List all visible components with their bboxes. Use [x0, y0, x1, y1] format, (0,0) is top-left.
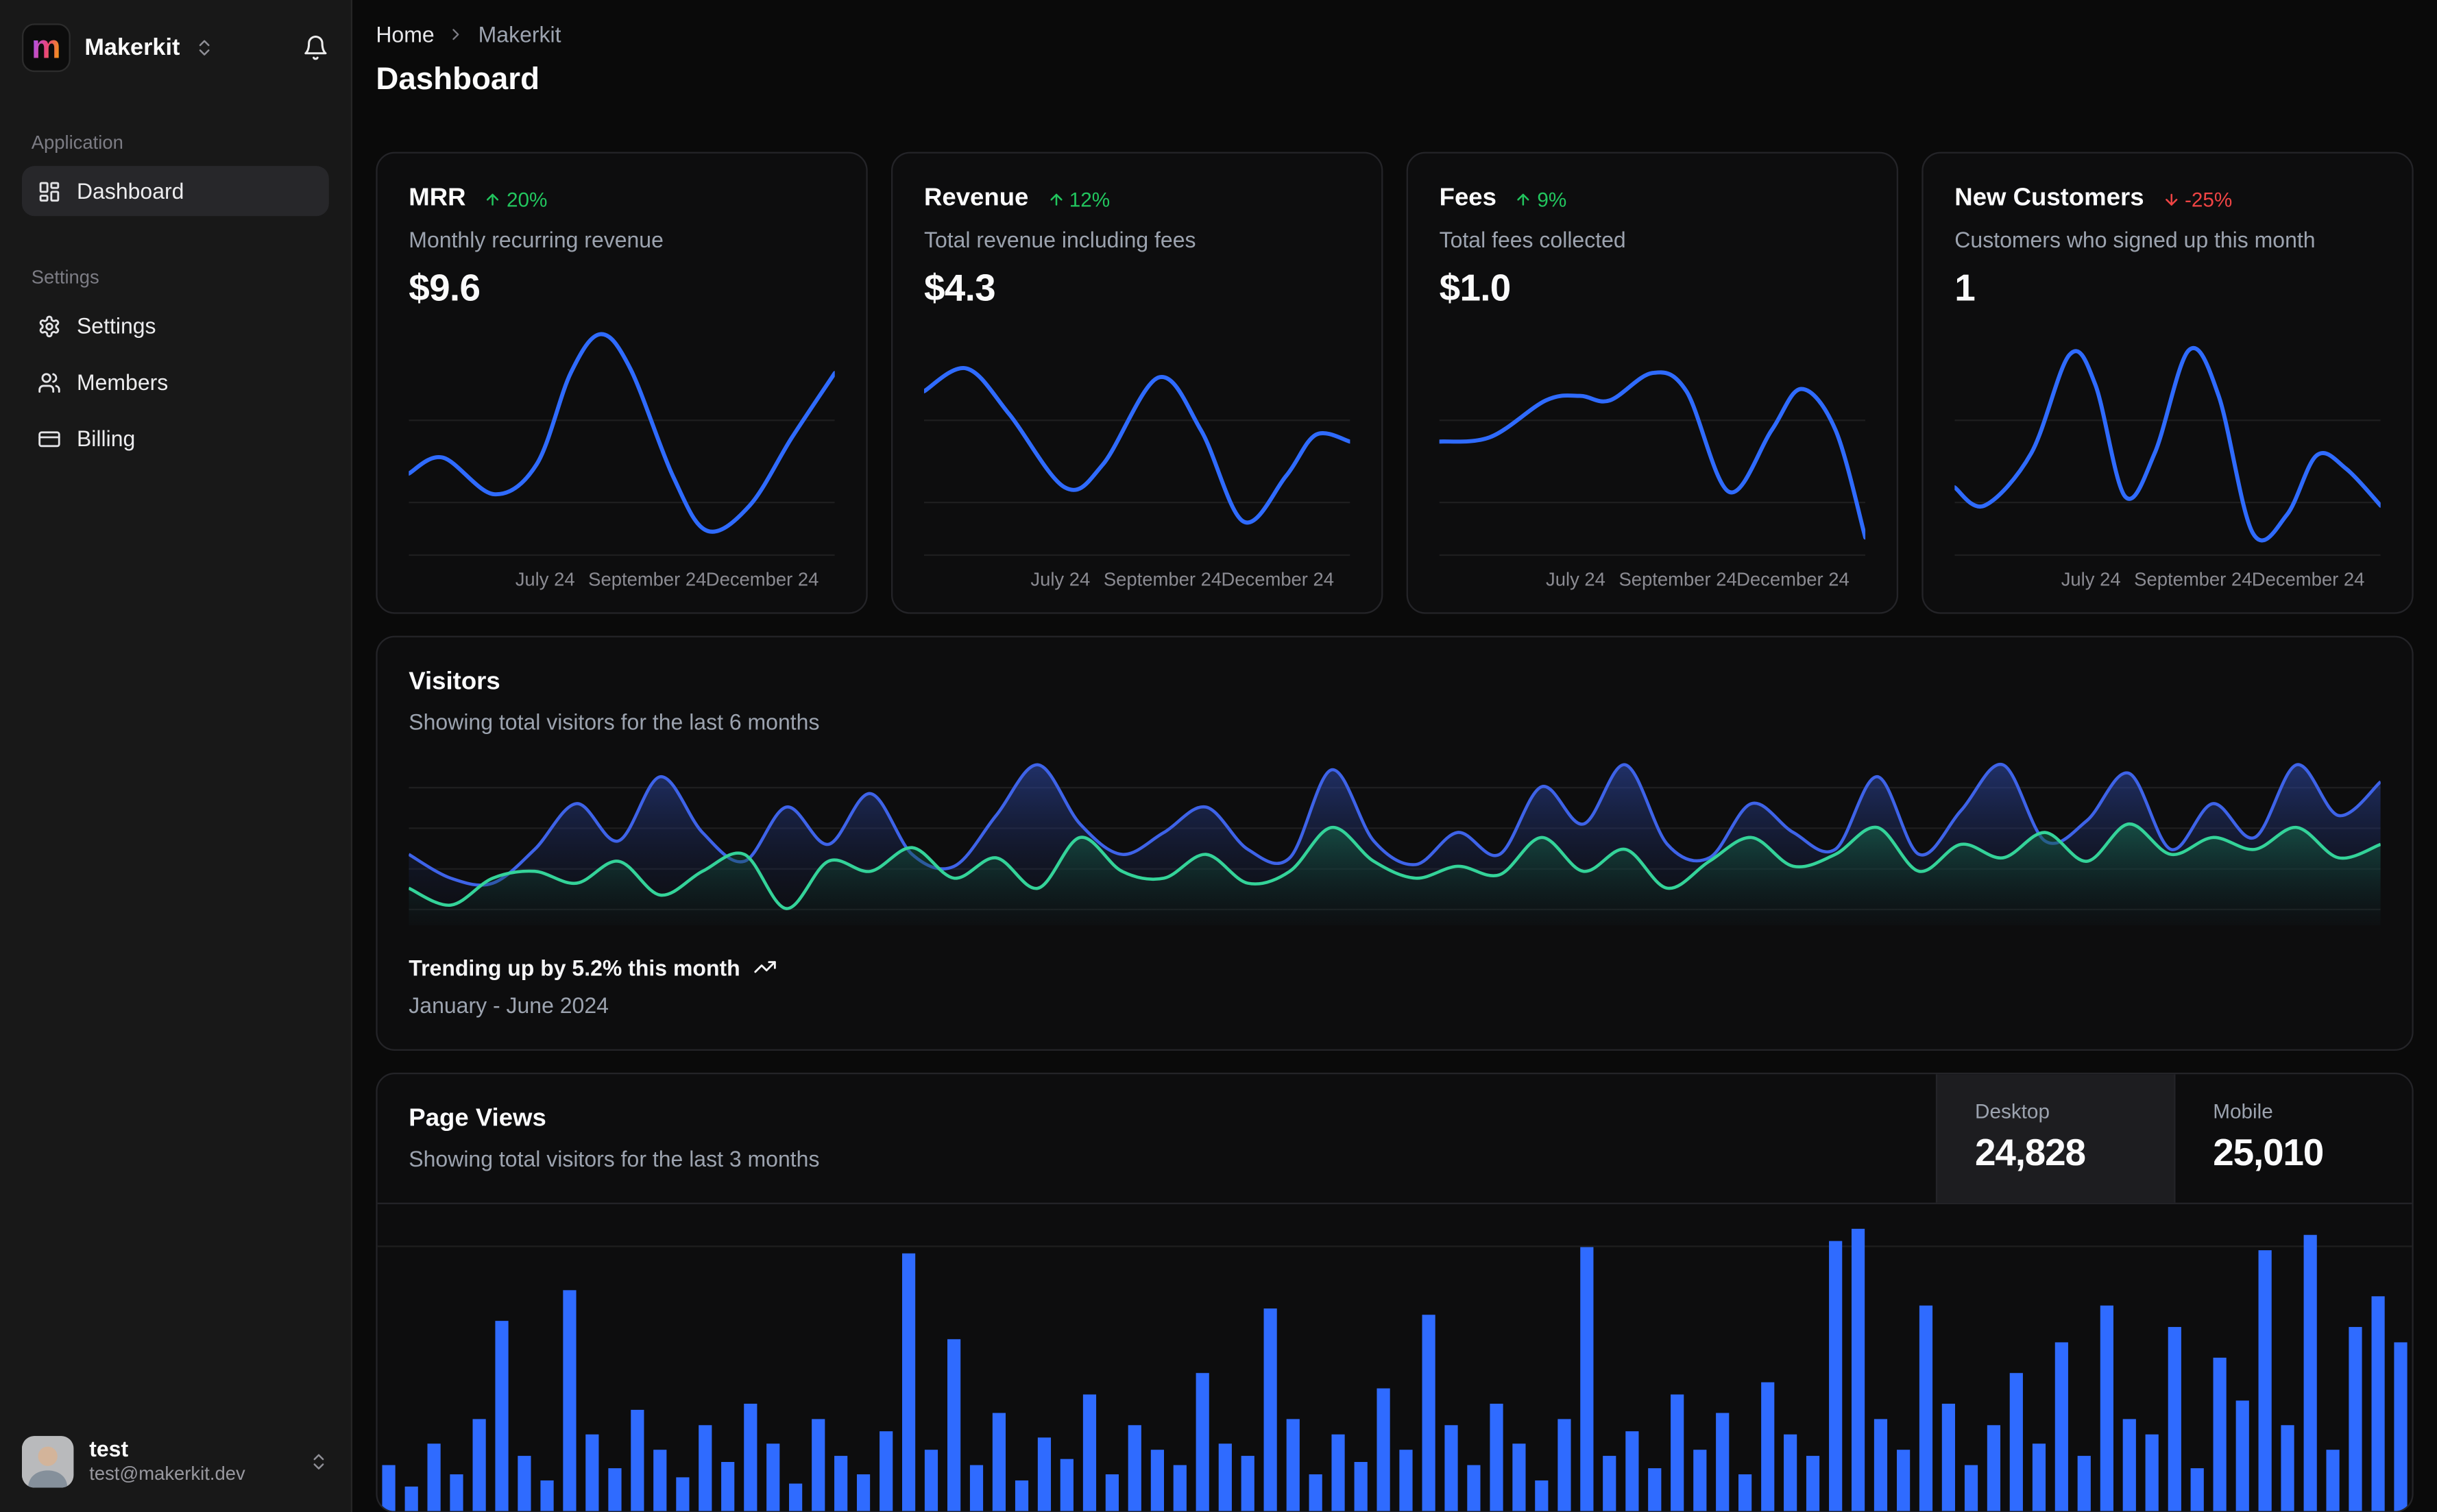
section-label-application: Application — [31, 131, 123, 154]
page-views-subtitle: Showing total visitors for the last 3 mo… — [409, 1145, 820, 1171]
sidebar-item-settings[interactable]: Settings — [22, 301, 329, 351]
dashboard-icon — [38, 180, 61, 203]
desktop-label: Desktop — [1975, 1099, 2050, 1123]
main-content: Home Makerkit Dashboard MRR 20% Monthly … — [352, 0, 2437, 1512]
chevrons-up-down-icon — [194, 37, 215, 58]
user-meta: test test@makerkit.dev — [89, 1436, 245, 1487]
mobile-label: Mobile — [2213, 1099, 2273, 1123]
visitors-card: Visitors Showing total visitors for the … — [376, 636, 2414, 1051]
fees-sparkline-chart — [1439, 328, 1866, 557]
workspace-switcher[interactable]: m Makerkit — [21, 19, 329, 75]
sidebar: m Makerkit Application Dashboard Setting… — [0, 0, 353, 1512]
arrow-down-icon — [2163, 191, 2180, 208]
desktop-value: 24,828 — [1975, 1132, 2086, 1175]
sidebar-item-label: Dashboard — [76, 178, 184, 204]
sidebar-item-label: Settings — [76, 313, 156, 339]
page-title: Dashboard — [376, 62, 540, 97]
visitors-date-range: January - June 2024 — [409, 992, 609, 1018]
toggle-desktop[interactable]: Desktop 24,828 — [1935, 1073, 2174, 1202]
stat-card-mrr: MRR 20% Monthly recurring revenue $9.6 J… — [376, 152, 868, 615]
mrr-sparkline-chart — [409, 328, 835, 557]
visitors-trend-text: Trending up by 5.2% this month — [409, 954, 740, 980]
sparkline-axis-labels: July 24 September 24 December 24 — [1546, 569, 1850, 592]
avatar — [21, 1435, 74, 1487]
user-menu[interactable]: test test@makerkit.dev — [21, 1435, 329, 1487]
user-email: test@makerkit.dev — [89, 1463, 245, 1485]
sparkline-axis-labels: July 24 September 24 December 24 — [2061, 569, 2365, 592]
stat-title: MRR — [409, 185, 466, 212]
user-name: test — [89, 1435, 129, 1461]
stat-description: Total revenue including fees — [923, 228, 1196, 253]
arrow-up-icon — [1047, 191, 1065, 208]
stat-card-revenue: Revenue 12% Total revenue including fees… — [890, 152, 1383, 615]
stat-value: $1.0 — [1439, 268, 1512, 311]
trend-badge: -25% — [2163, 188, 2232, 211]
trending-up-icon — [753, 955, 776, 979]
page-views-header: Page Views Showing total visitors for th… — [377, 1073, 2412, 1204]
visitors-footer: Trending up by 5.2% this month January -… — [409, 955, 2380, 1017]
stat-description: Monthly recurring revenue — [409, 228, 664, 253]
stat-card-new-customers: New Customers -25% Customers who signed … — [1921, 152, 2414, 615]
sidebar-item-members[interactable]: Members — [22, 357, 329, 407]
section-label-settings: Settings — [31, 266, 99, 289]
trend-badge: 12% — [1047, 188, 1110, 211]
toggle-mobile[interactable]: Mobile 25,010 — [2174, 1073, 2412, 1202]
visitors-subtitle: Showing total visitors for the last 6 mo… — [409, 709, 820, 735]
page-views-card: Page Views Showing total visitors for th… — [376, 1072, 2414, 1512]
bell-icon[interactable] — [302, 34, 329, 60]
chevrons-up-down-icon — [308, 1451, 329, 1472]
sparkline-axis-labels: July 24 September 24 December 24 — [1030, 569, 1335, 592]
workspace-name: Makerkit — [84, 34, 180, 60]
trend-badge: 9% — [1515, 188, 1566, 211]
chevron-right-icon — [447, 25, 465, 44]
credit-card-icon — [38, 427, 61, 450]
stat-value: $9.6 — [409, 268, 481, 311]
stat-value: $4.3 — [923, 268, 996, 311]
stat-title: Revenue — [923, 185, 1029, 212]
stat-cards-row: MRR 20% Monthly recurring revenue $9.6 J… — [376, 152, 2414, 615]
sidebar-item-label: Billing — [76, 426, 136, 451]
arrow-up-icon — [1515, 191, 1532, 208]
stat-title: New Customers — [1954, 185, 2144, 212]
stat-description: Customers who signed up this month — [1954, 228, 2316, 253]
stat-description: Total fees collected — [1439, 228, 1626, 253]
revenue-sparkline-chart — [923, 328, 1350, 557]
sidebar-item-dashboard[interactable]: Dashboard — [21, 166, 329, 217]
gear-icon — [38, 314, 61, 337]
breadcrumb-current: Makerkit — [478, 21, 561, 47]
new-customers-sparkline-chart — [1954, 328, 2381, 557]
arrow-up-icon — [485, 191, 502, 208]
stat-title: Fees — [1439, 185, 1496, 212]
sparkline-axis-labels: July 24 September 24 December 24 — [515, 569, 819, 592]
makerkit-logo: m — [21, 23, 71, 71]
mobile-value: 25,010 — [2213, 1132, 2324, 1175]
page-views-title: Page Views — [409, 1105, 546, 1132]
stat-value: 1 — [1954, 268, 1976, 311]
breadcrumb: Home Makerkit — [376, 22, 2413, 47]
visitors-area-chart — [409, 757, 2381, 927]
app-window: m Makerkit Application Dashboard Setting… — [0, 0, 2437, 1512]
sidebar-item-label: Members — [76, 369, 169, 395]
page-views-toggle: Desktop 24,828 Mobile 25,010 — [1935, 1073, 2412, 1202]
visitors-title: Visitors — [409, 669, 500, 696]
users-icon — [38, 370, 61, 393]
stat-card-fees: Fees 9% Total fees collected $1.0 July 2… — [1406, 152, 1899, 615]
page-views-bar-chart — [377, 1204, 2412, 1511]
breadcrumb-home-link[interactable]: Home — [376, 22, 434, 47]
trend-badge: 20% — [485, 188, 547, 211]
sidebar-item-billing[interactable]: Billing — [22, 413, 329, 463]
